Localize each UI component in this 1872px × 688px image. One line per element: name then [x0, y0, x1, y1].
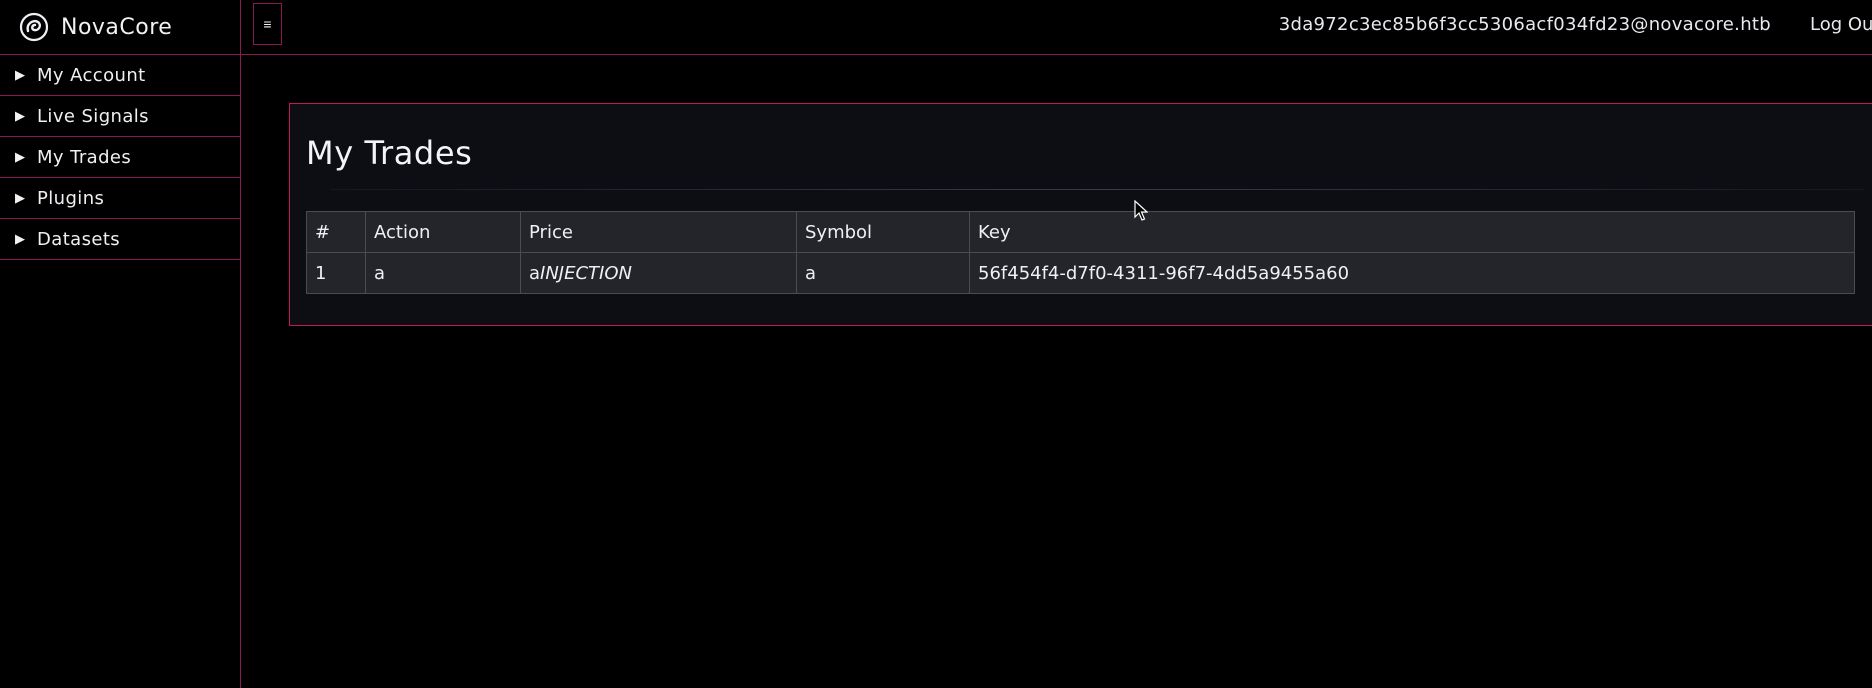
sidebar-item-my-trades[interactable]: ▶ My Trades [0, 137, 240, 178]
column-header: Action [365, 211, 521, 253]
sidebar-item-datasets[interactable]: ▶ Datasets [0, 219, 240, 260]
trades-panel: My Trades # Action Price Symbol Key 1 a … [289, 103, 1872, 326]
column-header: Key [969, 211, 1855, 253]
caret-right-icon: ▶ [15, 231, 25, 247]
column-header: Symbol [796, 211, 970, 253]
table-header-row: # Action Price Symbol Key [306, 211, 1855, 253]
cell-key: 56f454f4-d7f0-4311-96f7-4dd5a9455a60 [969, 252, 1855, 294]
sidebar-item-label: Live Signals [37, 105, 149, 127]
topbar: ≡ 3da972c3ec85b6f3cc5306acf034fd23@novac… [241, 0, 1872, 55]
page-title: My Trades [306, 134, 473, 172]
title-divider [330, 189, 1865, 190]
swirl-logo-icon [19, 12, 49, 42]
logout-link[interactable]: Log Out [1810, 14, 1872, 35]
trades-table: # Action Price Symbol Key 1 a aINJECTION… [306, 211, 1855, 294]
sidebar: NovaCore ▶ My Account ▶ Live Signals ▶ M… [0, 0, 241, 688]
sidebar-item-plugins[interactable]: ▶ Plugins [0, 178, 240, 219]
caret-right-icon: ▶ [15, 149, 25, 165]
brand-name: NovaCore [61, 14, 173, 40]
cell-num: 1 [306, 252, 366, 294]
sidebar-item-label: My Trades [37, 146, 132, 168]
sidebar-item-live-signals[interactable]: ▶ Live Signals [0, 96, 240, 137]
brand[interactable]: NovaCore [0, 0, 240, 55]
menu-toggle-button[interactable]: ≡ [253, 3, 282, 45]
cell-symbol: a [796, 252, 970, 294]
column-header: Price [520, 211, 797, 253]
sidebar-item-label: Plugins [37, 187, 105, 209]
cell-price: aINJECTION [520, 252, 797, 294]
user-email: 3da972c3ec85b6f3cc5306acf034fd23@novacor… [1278, 14, 1771, 35]
caret-right-icon: ▶ [15, 190, 25, 206]
sidebar-item-label: Datasets [37, 228, 121, 250]
price-suffix: INJECTION [540, 262, 632, 284]
table-row: 1 a aINJECTION a 56f454f4-d7f0-4311-96f7… [306, 252, 1855, 294]
caret-right-icon: ▶ [15, 67, 25, 83]
mouse-cursor-icon [1134, 200, 1148, 221]
caret-right-icon: ▶ [15, 108, 25, 124]
column-header: # [306, 211, 366, 253]
cell-action: a [365, 252, 521, 294]
sidebar-item-my-account[interactable]: ▶ My Account [0, 55, 240, 96]
sidebar-item-label: My Account [37, 64, 146, 86]
price-prefix: a [529, 262, 541, 284]
